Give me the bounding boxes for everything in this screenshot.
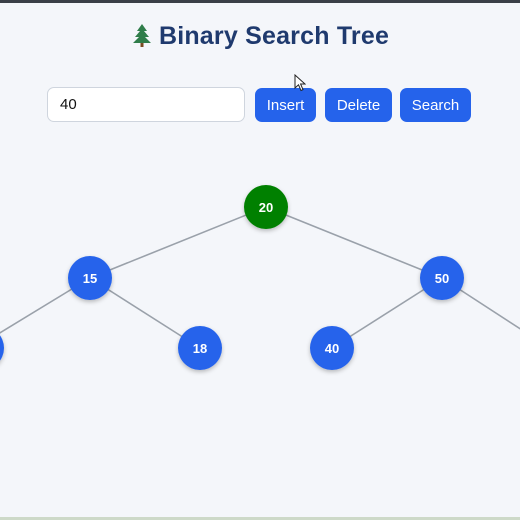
tree-node[interactable]: 50 xyxy=(420,256,464,300)
tree-node-value: 20 xyxy=(259,200,273,215)
tree-node[interactable]: 20 xyxy=(244,185,288,229)
tree-node[interactable]: 18 xyxy=(178,326,222,370)
tree-node[interactable]: 15 xyxy=(68,256,112,300)
tree-node-value: 40 xyxy=(325,341,339,356)
tree-node-value: 18 xyxy=(193,341,207,356)
tree-node-value: 15 xyxy=(83,271,97,286)
mouse-cursor-icon xyxy=(294,74,306,92)
tree-node[interactable]: 40 xyxy=(310,326,354,370)
tree-node-value: 50 xyxy=(435,271,449,286)
edge-20-50 xyxy=(265,206,443,279)
edge-20-15 xyxy=(89,206,267,279)
tree-canvas: 20 15 50 18 40 xyxy=(0,185,520,370)
